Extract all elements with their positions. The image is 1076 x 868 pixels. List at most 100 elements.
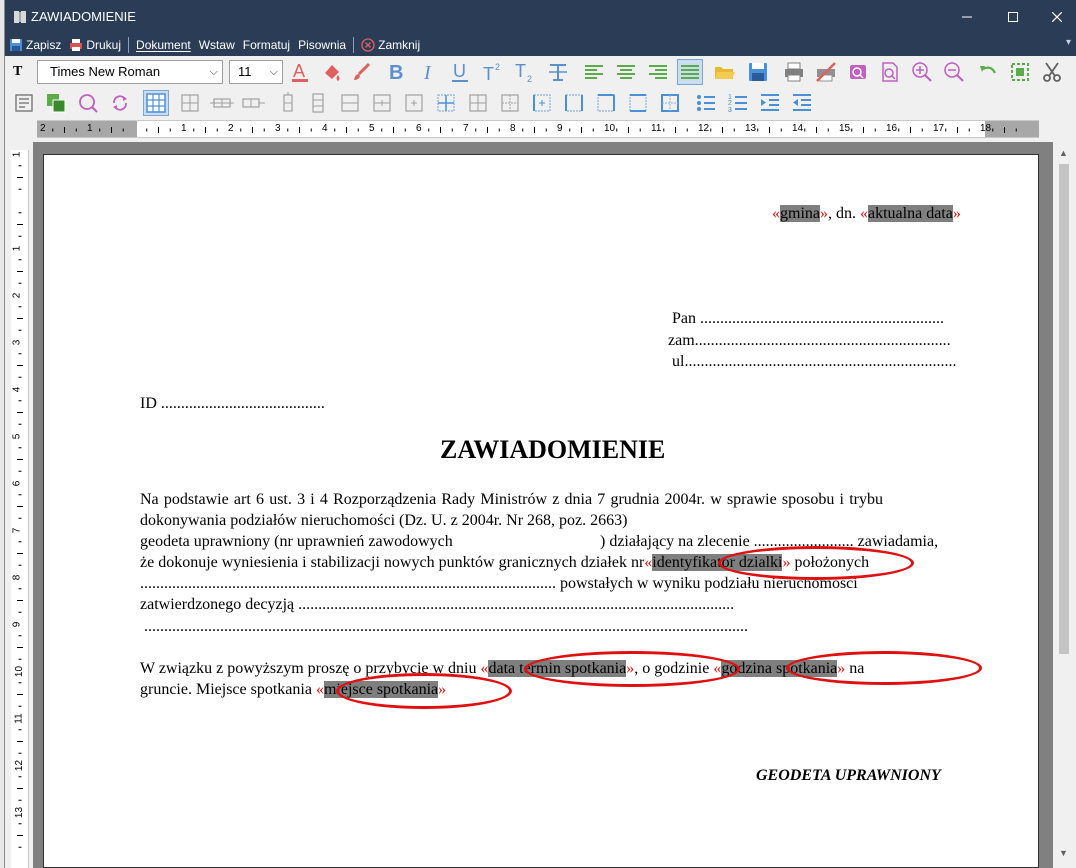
field-data-termin-spotkania[interactable]: data termin spotkania	[488, 660, 627, 677]
border-inner-button[interactable]	[433, 90, 459, 116]
field-gmina[interactable]: gmina	[780, 205, 820, 222]
svg-text:3: 3	[728, 107, 732, 114]
copy-format-button[interactable]	[43, 90, 69, 116]
svg-text:2: 2	[728, 100, 732, 107]
subscript-button[interactable]: T2	[511, 59, 537, 85]
merge-cell-button[interactable]	[337, 90, 363, 116]
menu-format[interactable]: Formatuj	[239, 34, 294, 56]
brush-button[interactable]	[349, 59, 375, 85]
close-button[interactable]	[1039, 0, 1075, 34]
no-print-button[interactable]	[813, 59, 839, 85]
print-icon	[785, 62, 803, 82]
split-cell-button[interactable]	[305, 90, 331, 116]
document-area: «gmina», dn. «aktualna data» Pan .......…	[33, 142, 1053, 868]
font-size-select[interactable]: 11 ⌵	[229, 60, 283, 84]
brush-icon	[354, 62, 371, 80]
menu-separator	[353, 37, 355, 53]
border-top-button[interactable]	[593, 90, 619, 116]
address-ul: ul......................................…	[672, 353, 957, 370]
insert-column-button[interactable]	[209, 90, 235, 116]
horizontal-ruler[interactable]: 2 1 1 2 3 4 5 6 7 8 9 10 11 12 13 14 15 16 17 18	[37, 120, 1039, 138]
scroll-down-icon[interactable]: ▼	[1059, 848, 1068, 858]
border-box-button[interactable]	[657, 90, 683, 116]
indent-increase-button[interactable]	[757, 90, 783, 116]
overflow-chevron-icon[interactable]: ▾	[1066, 37, 1071, 48]
border-bottom-button[interactable]	[625, 90, 651, 116]
delete-column-button[interactable]	[275, 90, 301, 116]
vertical-ruler[interactable]: 1 1 2 3 4 5 6 7 8 9 10 11 12 13	[11, 150, 29, 868]
highlight-color-icon	[325, 65, 340, 81]
menu-document[interactable]: Dokument	[132, 34, 195, 56]
save-button[interactable]	[745, 59, 771, 85]
ruler-number: 1	[181, 123, 187, 134]
body-line-9a: gruncie. Miejsce spotkania	[140, 681, 316, 698]
scroll-up-icon[interactable]: ▲	[1059, 148, 1068, 158]
close-icon	[1052, 12, 1062, 22]
search-circle-button[interactable]	[75, 90, 101, 116]
border-all-button[interactable]	[401, 90, 427, 116]
signature: GEODETA UPRAWNIONY	[756, 767, 941, 784]
border-outer-button[interactable]	[497, 90, 523, 116]
print-button[interactable]	[781, 59, 807, 85]
cut-button[interactable]	[1039, 59, 1065, 85]
insert-table-button[interactable]	[143, 90, 169, 116]
border-right-button[interactable]	[561, 90, 587, 116]
italic-button[interactable]: I	[415, 59, 441, 85]
ruler-number: 1	[11, 245, 23, 252]
field-godzina-spotkania[interactable]: godzina spotkania	[721, 660, 838, 677]
undo-button[interactable]	[975, 59, 1001, 85]
zoom-out-button[interactable]	[941, 59, 967, 85]
font-name-select[interactable]: Times New Roman ⌵	[37, 60, 223, 84]
vertical-scrollbar[interactable]: ▲ ▼	[1053, 142, 1076, 868]
menu-spelling[interactable]: Pisownia	[294, 34, 350, 56]
copy-format-icon	[47, 94, 66, 113]
border-left-button[interactable]	[529, 90, 555, 116]
bullet-list-button[interactable]	[693, 90, 719, 116]
align-center-button[interactable]	[613, 59, 639, 85]
minimize-button[interactable]	[949, 0, 985, 34]
body-line-1: Na podstawie art 6 ust. 3 i 4 Rozporządz…	[140, 491, 883, 508]
open-file-button[interactable]	[711, 59, 737, 85]
select-all-button[interactable]	[1007, 59, 1033, 85]
strikethrough-button[interactable]	[545, 59, 571, 85]
document-page[interactable]: «gmina», dn. «aktualna data» Pan .......…	[43, 154, 1039, 868]
highlight-color-button[interactable]	[319, 59, 345, 85]
paragraph-button[interactable]	[11, 90, 37, 116]
indent-decrease-button[interactable]	[789, 90, 815, 116]
menu-print[interactable]: Drukuj	[65, 34, 125, 56]
align-center-icon	[617, 65, 635, 79]
border-grid-button[interactable]	[465, 90, 491, 116]
border-button[interactable]	[369, 90, 395, 116]
ruler-number: 5	[11, 433, 23, 440]
svg-text:A: A	[293, 61, 305, 81]
menu-save-label: Zapisz	[26, 38, 62, 52]
bold-button[interactable]: B	[383, 59, 409, 85]
scroll-thumb[interactable]	[1059, 164, 1069, 654]
numbered-list-button[interactable]: 123	[725, 90, 751, 116]
justify-button[interactable]	[677, 59, 703, 85]
align-left-button[interactable]	[581, 59, 607, 85]
menu-insert[interactable]: Wstaw	[195, 34, 239, 56]
align-right-button[interactable]	[645, 59, 671, 85]
body-line-8b: , o godzinie	[634, 660, 714, 677]
field-identyfikator-dzialki[interactable]: identyfikator dzialki	[652, 554, 783, 571]
menu-save[interactable]: Zapisz	[5, 34, 65, 56]
open-guillemet: «	[772, 205, 780, 222]
insert-row-button[interactable]	[177, 90, 203, 116]
preview-button[interactable]	[845, 59, 871, 85]
bold-icon: B	[389, 62, 403, 83]
menu-close[interactable]: Zamknij	[357, 34, 424, 56]
insert-col-icon	[210, 98, 234, 108]
field-aktualna-data[interactable]: aktualna data	[868, 205, 953, 222]
zoom-in-button[interactable]	[909, 59, 935, 85]
ruler-number: 9	[11, 621, 23, 628]
body-line-5: ........................................…	[140, 575, 858, 592]
delete-row-button[interactable]	[241, 90, 267, 116]
refresh-button[interactable]	[107, 90, 133, 116]
underline-button[interactable]: U	[447, 59, 473, 85]
font-color-button[interactable]: A	[287, 59, 313, 85]
field-miejsce-spotkania[interactable]: miejsce spotkania	[323, 681, 439, 698]
find-button[interactable]	[877, 59, 903, 85]
maximize-button[interactable]	[995, 0, 1031, 34]
superscript-button[interactable]: T2	[479, 59, 505, 85]
